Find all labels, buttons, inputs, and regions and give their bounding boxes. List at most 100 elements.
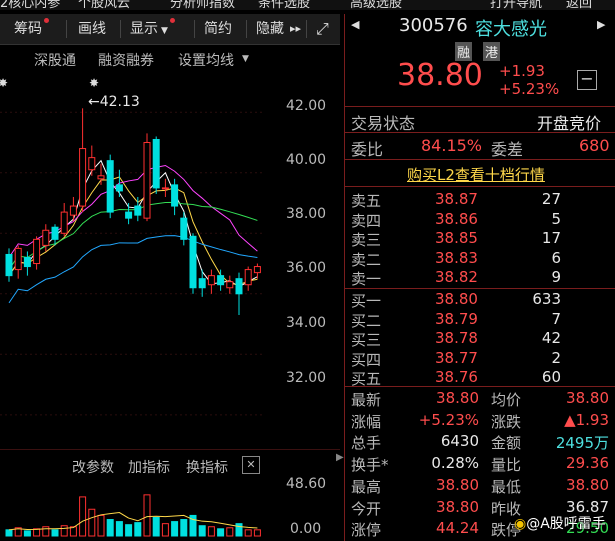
- menu-item[interactable]: 打开导航: [490, 0, 542, 10]
- candle-body[interactable]: [217, 275, 225, 286]
- price-tick: 40.00: [286, 152, 327, 168]
- candle-body[interactable]: [42, 229, 50, 246]
- hide-button[interactable]: 隐藏: [252, 18, 288, 40]
- ask-row[interactable]: 卖五 38.87 27: [345, 190, 615, 210]
- ask-row[interactable]: 卖四 38.86 5: [345, 209, 615, 230]
- menu-item[interactable]: 2核心内参: [0, 0, 60, 10]
- candle-body[interactable]: [5, 253, 13, 277]
- stock-name[interactable]: 容大感光: [475, 15, 547, 41]
- chevron-down-icon: ▼: [161, 26, 168, 36]
- candle-body[interactable]: [171, 184, 179, 207]
- candle-body[interactable]: [134, 205, 142, 216]
- candle-body[interactable]: [143, 142, 151, 219]
- candle-body[interactable]: [226, 281, 234, 289]
- high-annotation: ←42.13: [88, 94, 140, 110]
- volume-bar: [88, 508, 96, 537]
- candle-body[interactable]: [189, 235, 197, 289]
- margin-link[interactable]: 融资融券: [98, 50, 154, 70]
- volume-bar: [161, 523, 169, 537]
- stat-label: 金额: [491, 434, 522, 453]
- price-change-pct: +5.23%: [499, 80, 560, 98]
- candle-body[interactable]: [235, 278, 243, 295]
- candle-body[interactable]: [97, 175, 105, 180]
- candle-body[interactable]: [115, 184, 123, 192]
- event-star-icon[interactable]: ✸: [89, 76, 99, 90]
- stat-value: 38.80: [436, 497, 479, 516]
- menu-item[interactable]: 分析师指数: [170, 0, 235, 10]
- hk-connect-link[interactable]: 深股通: [34, 50, 76, 70]
- expand-icon[interactable]: ⤢: [312, 18, 333, 40]
- stat-value: 38.80: [436, 475, 479, 494]
- stock-code: 300576: [399, 15, 468, 36]
- volume-bar: [226, 527, 234, 537]
- notify-dot-icon: [169, 18, 175, 23]
- volume-bar: [5, 529, 13, 537]
- menu-item[interactable]: 个股风云: [78, 0, 130, 10]
- candle-body[interactable]: [51, 226, 59, 240]
- candle-body[interactable]: [198, 278, 206, 289]
- bid-volume: 60: [541, 368, 561, 386]
- more-arrow-icon[interactable]: ▸▸: [286, 18, 305, 40]
- candle-body[interactable]: [180, 217, 188, 240]
- ask-row[interactable]: 卖一 38.82 9: [345, 268, 615, 288]
- ask-label: 卖四: [351, 211, 382, 230]
- chips-button[interactable]: 筹码: [10, 18, 53, 40]
- ask-row[interactable]: 卖二 38.83 6: [345, 249, 615, 269]
- ask-volume: 9: [551, 268, 561, 286]
- bid-volume: 633: [532, 290, 561, 308]
- ma-settings-link[interactable]: 设置均线: [178, 50, 234, 70]
- ask-label: 卖二: [351, 250, 382, 269]
- candle-body[interactable]: [106, 160, 114, 213]
- bid-price: 38.79: [435, 309, 478, 328]
- arrow-right-icon[interactable]: ▶: [597, 18, 605, 31]
- candle-body[interactable]: [207, 275, 215, 286]
- volume-bar: [253, 529, 261, 537]
- bid-book: 买一 38.80 633 买二 38.79 7 买三 38.78 42 买四 38.77 2 买五 38.…: [345, 290, 615, 390]
- candle-body[interactable]: [69, 205, 77, 216]
- candle-body[interactable]: [60, 211, 68, 234]
- candle-body[interactable]: [79, 148, 87, 207]
- stat-label: 最新: [351, 391, 382, 409]
- volume-bar: [79, 496, 87, 537]
- candle-body[interactable]: [125, 211, 133, 219]
- menu-item[interactable]: 高级选股: [350, 0, 402, 10]
- ask-volume: 5: [551, 209, 561, 228]
- bid-row[interactable]: 买五 38.76 60: [345, 368, 615, 388]
- bid-volume: 2: [551, 348, 561, 367]
- volume-bar: [152, 516, 160, 537]
- volume-bar: [115, 521, 123, 537]
- bid-row[interactable]: 买二 38.79 7: [345, 309, 615, 330]
- arrow-left-icon[interactable]: ◀: [351, 18, 359, 31]
- simple-button[interactable]: 简约: [200, 18, 236, 40]
- display-button[interactable]: 显示 ▼: [126, 18, 179, 40]
- buy-l2-link[interactable]: 购买L2查看十档行情: [407, 164, 545, 185]
- stat-label: 总手: [351, 434, 382, 453]
- candle-body[interactable]: [14, 247, 22, 271]
- stat-label: 涨幅: [351, 412, 382, 431]
- candle-body[interactable]: [161, 187, 169, 190]
- menu-item[interactable]: 返回: [566, 0, 592, 10]
- chevron-down-icon: ▼: [242, 54, 249, 64]
- candle-body[interactable]: [33, 238, 41, 265]
- volume-chart[interactable]: [0, 450, 262, 541]
- menu-item[interactable]: 条件选股: [258, 0, 310, 10]
- volume-bar: [207, 526, 215, 537]
- stat-label: 最低: [491, 477, 522, 496]
- price-tick: 36.00: [286, 260, 327, 276]
- stat-value: 0.28%: [431, 454, 479, 473]
- candle-body[interactable]: [152, 138, 160, 189]
- bid-row[interactable]: 买四 38.77 2: [345, 348, 615, 369]
- minus-button[interactable]: −: [577, 70, 597, 90]
- candle-body[interactable]: [253, 266, 261, 274]
- bid-label: 买二: [351, 311, 382, 330]
- candle-body[interactable]: [23, 256, 31, 268]
- bid-row[interactable]: 买三 38.78 42: [345, 329, 615, 349]
- ask-row[interactable]: 卖三 38.85 17: [345, 229, 615, 249]
- bid-row[interactable]: 买一 38.80 633: [345, 290, 615, 310]
- candle-body[interactable]: [88, 157, 96, 171]
- collapse-panel-icon[interactable]: ▶: [336, 452, 344, 463]
- event-star-icon[interactable]: ✸: [0, 76, 8, 90]
- draw-line-button[interactable]: 画线: [74, 18, 110, 40]
- candle-body[interactable]: [244, 269, 252, 286]
- indicator-bar: 深股通 融资融券 设置均线 ▼: [0, 46, 340, 72]
